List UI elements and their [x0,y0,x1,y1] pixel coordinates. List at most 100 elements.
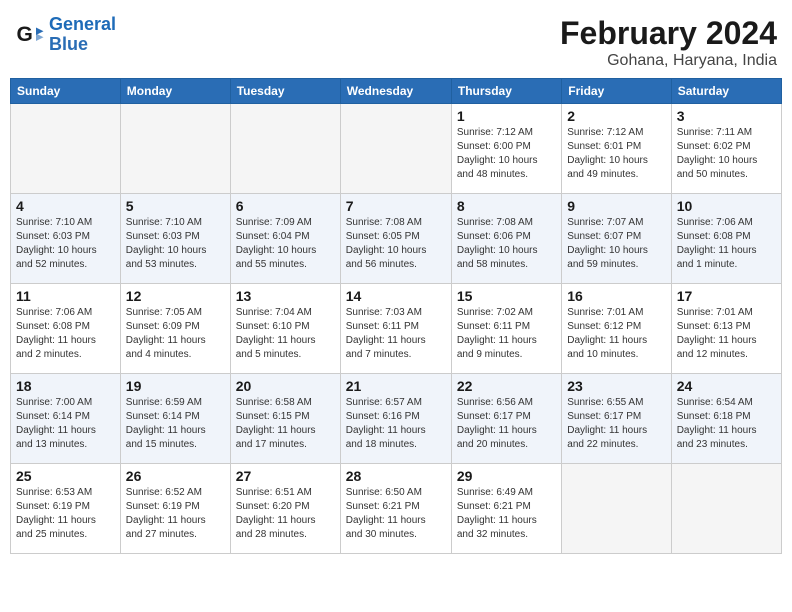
calendar-cell: 17Sunrise: 7:01 AM Sunset: 6:13 PM Dayli… [671,284,781,374]
logo-icon: G [15,20,45,50]
calendar-cell: 19 Sunrise: 6:59 AM Sunset: 6:14 PM Dayli… [120,374,230,464]
day-info: Sunrise: 7:05 AM Sunset: 6:09 PM Dayligh… [126,306,225,362]
day-info: Sunrise: 6:54 AM Sunset: 6:18 PM Dayligh… [677,396,776,452]
day-number: 23 [567,378,665,394]
day-number: 28 [346,468,446,484]
calendar-cell: 2 Sunrise: 7:12 AM Sunset: 6:01 PM Daylig… [562,104,671,194]
calendar-cell: 9Sunrise: 7:07 AM Sunset: 6:07 PM Daylig… [562,194,671,284]
logo-general: General [49,14,116,34]
day-info: Sunrise: 7:12 AM Sunset: 6:00 PM Dayligh… [457,126,556,182]
calendar-cell: 12 Sunrise: 7:05 AM Sunset: 6:09 PM Dayli… [120,284,230,374]
calendar-cell: 22Sunrise: 6:56 AM Sunset: 6:17 PM Dayli… [451,374,561,464]
day-header-tuesday: Tuesday [230,79,340,104]
day-number: 9 [567,198,665,214]
calendar-cell: 23 Sunrise: 6:55 AM Sunset: 6:17 PM Dayli… [562,374,671,464]
svg-text:G: G [17,23,33,46]
calendar-cell: 18 Sunrise: 7:00 AM Sunset: 6:14 PM Dayli… [11,374,121,464]
day-info: Sunrise: 7:06 AM Sunset: 6:08 PM Dayligh… [677,216,776,272]
day-info: Sunrise: 6:49 AM Sunset: 6:21 PM Dayligh… [457,486,556,542]
day-number: 4 [16,198,115,214]
day-header-sunday: Sunday [11,79,121,104]
day-number: 14 [346,288,446,304]
day-number: 26 [126,468,225,484]
day-info: Sunrise: 6:52 AM Sunset: 6:19 PM Dayligh… [126,486,225,542]
calendar-cell: 7 Sunrise: 7:08 AM Sunset: 6:05 PM Daylig… [340,194,451,284]
logo-blue: Blue [49,34,88,54]
day-number: 19 [126,378,225,394]
day-info: Sunrise: 7:10 AM Sunset: 6:03 PM Dayligh… [16,216,115,272]
day-info: Sunrise: 7:09 AM Sunset: 6:04 PM Dayligh… [236,216,335,272]
day-number: 18 [16,378,115,394]
calendar-week-row: 11Sunrise: 7:06 AM Sunset: 6:08 PM Dayli… [11,284,782,374]
calendar-header-row: SundayMondayTuesdayWednesdayThursdayFrid… [11,79,782,104]
day-header-monday: Monday [120,79,230,104]
calendar-cell: 29 Sunrise: 6:49 AM Sunset: 6:21 PM Dayli… [451,464,561,554]
title-area: February 2024 Gohana, Haryana, India [560,15,777,70]
calendar-cell: 10Sunrise: 7:06 AM Sunset: 6:08 PM Dayli… [671,194,781,284]
day-info: Sunrise: 7:08 AM Sunset: 6:06 PM Dayligh… [457,216,556,272]
calendar-title: February 2024 [560,15,777,52]
calendar-cell: 28 Sunrise: 6:50 AM Sunset: 6:21 PM Dayli… [340,464,451,554]
calendar-week-row: 1 Sunrise: 7:12 AM Sunset: 6:00 PM Daylig… [11,104,782,194]
day-number: 29 [457,468,556,484]
day-info: Sunrise: 7:01 AM Sunset: 6:13 PM Dayligh… [677,306,776,362]
day-number: 3 [677,108,776,124]
day-number: 6 [236,198,335,214]
calendar-cell: 25 Sunrise: 6:53 AM Sunset: 6:19 PM Dayli… [11,464,121,554]
calendar-cell [120,104,230,194]
day-info: Sunrise: 6:51 AM Sunset: 6:20 PM Dayligh… [236,486,335,542]
calendar-cell [562,464,671,554]
day-number: 5 [126,198,225,214]
day-info: Sunrise: 7:00 AM Sunset: 6:14 PM Dayligh… [16,396,115,452]
calendar-cell: 26 Sunrise: 6:52 AM Sunset: 6:19 PM Dayli… [120,464,230,554]
day-info: Sunrise: 6:53 AM Sunset: 6:19 PM Dayligh… [16,486,115,542]
day-info: Sunrise: 7:11 AM Sunset: 6:02 PM Dayligh… [677,126,776,182]
day-number: 21 [346,378,446,394]
day-number: 24 [677,378,776,394]
day-number: 15 [457,288,556,304]
day-number: 7 [346,198,446,214]
calendar-cell: 11Sunrise: 7:06 AM Sunset: 6:08 PM Dayli… [11,284,121,374]
day-info: Sunrise: 7:08 AM Sunset: 6:05 PM Dayligh… [346,216,446,272]
calendar-cell [671,464,781,554]
calendar-cell: 6 Sunrise: 7:09 AM Sunset: 6:04 PM Daylig… [230,194,340,284]
day-info: Sunrise: 7:06 AM Sunset: 6:08 PM Dayligh… [16,306,115,362]
day-info: Sunrise: 7:10 AM Sunset: 6:03 PM Dayligh… [126,216,225,272]
calendar-cell: 4 Sunrise: 7:10 AM Sunset: 6:03 PM Daylig… [11,194,121,284]
calendar-cell [11,104,121,194]
day-header-saturday: Saturday [671,79,781,104]
day-info: Sunrise: 7:03 AM Sunset: 6:11 PM Dayligh… [346,306,446,362]
calendar-cell: 3 Sunrise: 7:11 AM Sunset: 6:02 PM Daylig… [671,104,781,194]
day-number: 25 [16,468,115,484]
day-header-friday: Friday [562,79,671,104]
day-info: Sunrise: 6:57 AM Sunset: 6:16 PM Dayligh… [346,396,446,452]
day-number: 22 [457,378,556,394]
calendar-cell: 24 Sunrise: 6:54 AM Sunset: 6:18 PM Dayli… [671,374,781,464]
day-number: 20 [236,378,335,394]
day-number: 8 [457,198,556,214]
calendar-cell [340,104,451,194]
day-number: 27 [236,468,335,484]
calendar-week-row: 18 Sunrise: 7:00 AM Sunset: 6:14 PM Dayli… [11,374,782,464]
day-info: Sunrise: 6:58 AM Sunset: 6:15 PM Dayligh… [236,396,335,452]
day-number: 13 [236,288,335,304]
day-info: Sunrise: 7:12 AM Sunset: 6:01 PM Dayligh… [567,126,665,182]
day-number: 2 [567,108,665,124]
day-header-thursday: Thursday [451,79,561,104]
day-info: Sunrise: 6:55 AM Sunset: 6:17 PM Dayligh… [567,396,665,452]
day-info: Sunrise: 6:59 AM Sunset: 6:14 PM Dayligh… [126,396,225,452]
day-info: Sunrise: 7:04 AM Sunset: 6:10 PM Dayligh… [236,306,335,362]
day-info: Sunrise: 7:01 AM Sunset: 6:12 PM Dayligh… [567,306,665,362]
calendar-cell: 13 Sunrise: 7:04 AM Sunset: 6:10 PM Dayli… [230,284,340,374]
day-number: 1 [457,108,556,124]
day-info: Sunrise: 6:50 AM Sunset: 6:21 PM Dayligh… [346,486,446,542]
calendar-cell: 21 Sunrise: 6:57 AM Sunset: 6:16 PM Dayli… [340,374,451,464]
calendar-subtitle: Gohana, Haryana, India [560,52,777,70]
calendar-cell: 16Sunrise: 7:01 AM Sunset: 6:12 PM Dayli… [562,284,671,374]
day-number: 12 [126,288,225,304]
calendar-cell: 8 Sunrise: 7:08 AM Sunset: 6:06 PM Daylig… [451,194,561,284]
day-info: Sunrise: 7:02 AM Sunset: 6:11 PM Dayligh… [457,306,556,362]
calendar-cell [230,104,340,194]
header: G General Blue February 2024 Gohana, Har… [10,10,782,70]
calendar-table: SundayMondayTuesdayWednesdayThursdayFrid… [10,78,782,554]
